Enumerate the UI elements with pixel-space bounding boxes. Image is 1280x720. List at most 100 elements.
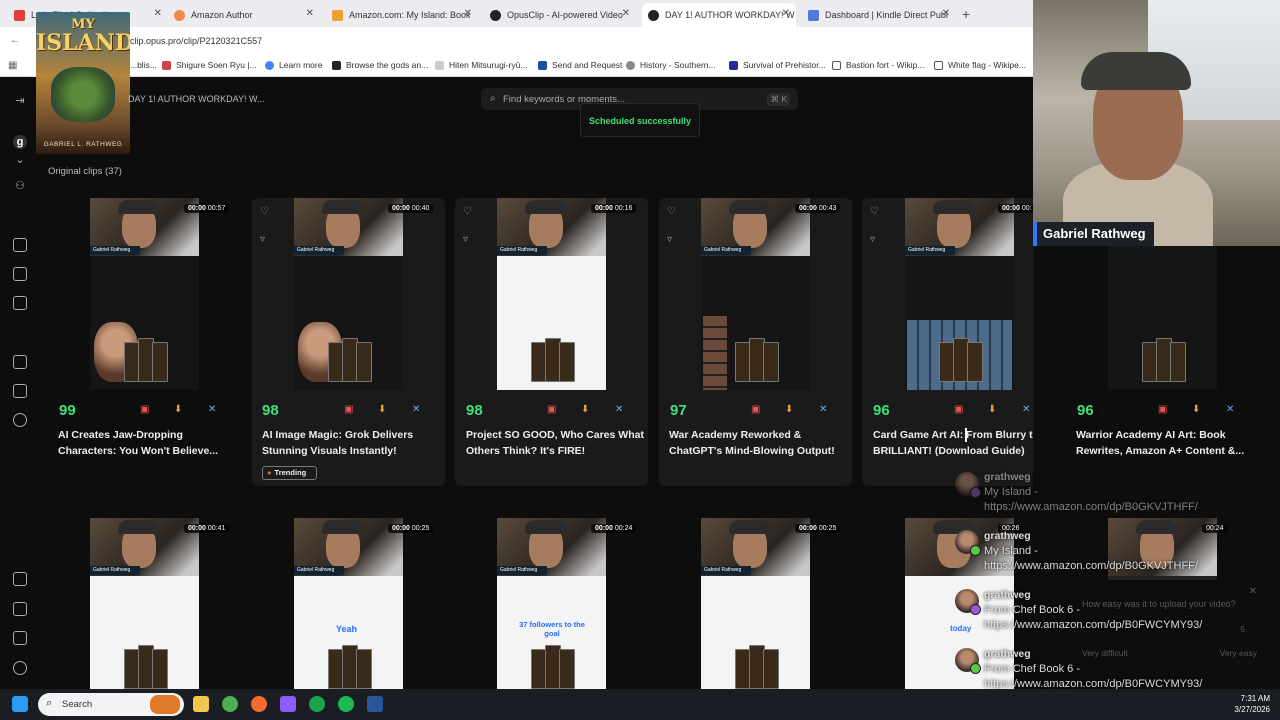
- book-icon[interactable]: [13, 602, 27, 616]
- bookmark-item[interactable]: Shigure Soen Ryu |...: [162, 60, 257, 70]
- clip-title[interactable]: Warrior Academy AI Art: Book Rewrites, A…: [1076, 427, 1262, 459]
- clip-thumbnail[interactable]: Gabriel Rathweg: [701, 518, 810, 689]
- download-icon[interactable]: ⬇: [988, 404, 996, 415]
- clip-card[interactable]: Gabriel Rathweg 37 followers to the goal…: [455, 518, 648, 689]
- project-title[interactable]: DAY 1! AUTHOR WORKDAY! W...: [128, 94, 265, 104]
- thumbs-down-icon[interactable]: ▿: [870, 234, 875, 245]
- clip-card[interactable]: ♡ ▿ Gabriel Rathweg 00:00 00:43 97 ▣ ⬇ ✕…: [659, 198, 852, 486]
- clip-thumbnail[interactable]: Gabriel Rathweg: [701, 198, 810, 390]
- calendar-icon[interactable]: [13, 355, 27, 369]
- clip-thumbnail[interactable]: [1108, 246, 1217, 390]
- close-tab-icon[interactable]: ✕: [622, 8, 630, 19]
- clip-title[interactable]: War Academy Reworked & ChatGPT's Mind-Bl…: [669, 427, 855, 459]
- link-icon[interactable]: [13, 413, 27, 427]
- browser-tab-active[interactable]: DAY 1! AUTHOR WORKDAY! W ✕: [642, 3, 796, 27]
- clip-thumbnail[interactable]: Gabriel Rathweg Yeah: [294, 518, 403, 689]
- thumbs-down-icon[interactable]: ▿: [260, 234, 265, 245]
- bookmark-item[interactable]: ...blis...: [130, 60, 157, 70]
- heart-icon[interactable]: ♡: [463, 206, 472, 217]
- clip-card[interactable]: Gabriel Rathweg 00:00 00:41: [48, 518, 241, 689]
- clip-thumbnail[interactable]: Gabriel Rathweg 37 followers to the goal: [497, 518, 606, 689]
- heart-icon[interactable]: ♡: [667, 206, 676, 217]
- add-user-icon[interactable]: ⚇: [13, 179, 27, 193]
- share-x-icon[interactable]: ✕: [1022, 404, 1030, 415]
- clip-thumbnail[interactable]: Gabriel Rathweg: [90, 518, 199, 689]
- home-icon[interactable]: [13, 238, 27, 252]
- schedule-icon[interactable]: ▣: [140, 404, 149, 415]
- bookmark-item[interactable]: Hiten Mitsurugi-ryū...: [435, 60, 527, 70]
- bookmark-item[interactable]: Learn more: [265, 60, 322, 70]
- help-icon[interactable]: [13, 661, 27, 675]
- clip-card[interactable]: Gabriel Rathweg Yeah 00:00 00:25: [252, 518, 445, 689]
- schedule-icon[interactable]: ▣: [344, 404, 353, 415]
- clip-card[interactable]: ♡ ▿ Gabriel Rathweg 00:00 00:16 98 ▣ ⬇ ✕…: [455, 198, 648, 486]
- close-tab-icon[interactable]: ✕: [464, 8, 472, 19]
- back-icon[interactable]: ←: [10, 35, 20, 46]
- bookmark-item[interactable]: Send and Request: [538, 60, 622, 70]
- browser-tab[interactable]: Dashboard | Kindle Direct Publ ✕: [802, 3, 956, 27]
- crown-icon[interactable]: [13, 572, 27, 586]
- clip-title[interactable]: Project SO GOOD, Who Cares What Others T…: [466, 427, 652, 459]
- bookmark-item[interactable]: Survival of Prehistor...: [729, 60, 826, 70]
- clip-card[interactable]: Gabriel Rathweg 00:00 00:57 99 ▣ ⬇ ✕ AI …: [48, 198, 241, 486]
- clip-thumbnail[interactable]: Gabriel Rathweg: [497, 198, 606, 390]
- collapse-sidebar-icon[interactable]: ⇥: [13, 94, 27, 108]
- thumbs-down-icon[interactable]: ▿: [463, 234, 468, 245]
- close-icon[interactable]: ✕: [1249, 586, 1257, 597]
- download-icon[interactable]: ⬇: [581, 404, 589, 415]
- clip-thumbnail[interactable]: Gabriel Rathweg: [90, 198, 199, 390]
- schedule-icon[interactable]: ▣: [751, 404, 760, 415]
- analytics-icon[interactable]: [13, 384, 27, 398]
- share-x-icon[interactable]: ✕: [1226, 404, 1234, 415]
- download-icon[interactable]: ⬇: [174, 404, 182, 415]
- new-tab-button[interactable]: +: [962, 6, 970, 22]
- app-icon[interactable]: [251, 696, 267, 712]
- tools-icon[interactable]: [13, 267, 27, 281]
- chrome-icon[interactable]: [222, 696, 238, 712]
- system-clock[interactable]: 7:31 AM 3/27/2026: [1234, 693, 1270, 715]
- word-icon[interactable]: [367, 696, 383, 712]
- xbox-icon[interactable]: [309, 696, 325, 712]
- browser-tab[interactable]: OpusClip - AI-powered Video ✕: [484, 3, 636, 27]
- gift-icon[interactable]: [13, 631, 27, 645]
- clip-title[interactable]: AI Creates Jaw-Dropping Characters: You …: [58, 427, 244, 459]
- taskbar-search[interactable]: ⌕ Search: [38, 693, 184, 716]
- bookmark-item[interactable]: White flag - Wikipe...: [934, 60, 1026, 70]
- close-tab-icon[interactable]: ✕: [306, 8, 314, 19]
- share-x-icon[interactable]: ✕: [208, 404, 216, 415]
- bookmark-item[interactable]: History - Southern...: [626, 60, 716, 70]
- schedule-icon[interactable]: ▣: [547, 404, 556, 415]
- windows-start-icon[interactable]: [12, 696, 28, 712]
- share-x-icon[interactable]: ✕: [819, 404, 827, 415]
- close-tab-icon[interactable]: ✕: [154, 8, 162, 19]
- close-tab-icon[interactable]: ✕: [942, 8, 950, 19]
- workspace-avatar[interactable]: g: [13, 135, 27, 149]
- apps-grid-icon[interactable]: ▦: [8, 60, 17, 71]
- browser-tab[interactable]: Amazon Author ✕: [168, 3, 320, 27]
- close-tab-icon[interactable]: ✕: [782, 8, 790, 19]
- chevron-down-icon[interactable]: ⌄: [13, 153, 27, 167]
- clip-thumbnail[interactable]: Gabriel Rathweg: [294, 198, 403, 390]
- schedule-icon[interactable]: ▣: [1158, 404, 1167, 415]
- clip-thumbnail[interactable]: Gabriel Rathweg: [905, 198, 1014, 390]
- clip-card[interactable]: ♡ ▿ Gabriel Rathweg 00:00 00: 96 ▣ ⬇ ✕ C…: [862, 198, 1055, 486]
- thumbs-down-icon[interactable]: ▿: [667, 234, 672, 245]
- folder-icon[interactable]: [13, 296, 27, 310]
- app-icon[interactable]: [280, 696, 296, 712]
- clip-card[interactable]: Gabriel Rathweg 00:00 00:25: [659, 518, 852, 689]
- file-explorer-icon[interactable]: [193, 696, 209, 712]
- share-x-icon[interactable]: ✕: [412, 404, 420, 415]
- heart-icon[interactable]: ♡: [870, 206, 879, 217]
- clip-title[interactable]: AI Image Magic: Grok Delivers Stunning V…: [262, 427, 448, 459]
- download-icon[interactable]: ⬇: [1192, 404, 1200, 415]
- heart-icon[interactable]: ♡: [260, 206, 269, 217]
- clip-card[interactable]: ♡ ▿ Gabriel Rathweg 00:00 00:40 98 ▣ ⬇ ✕…: [252, 198, 445, 486]
- download-icon[interactable]: ⬇: [785, 404, 793, 415]
- url-field[interactable]: clip.opus.pro/clip/P2120321C557: [130, 36, 262, 46]
- browser-tab[interactable]: Amazon.com: My Island: Book ✕: [326, 3, 478, 27]
- download-icon[interactable]: ⬇: [378, 404, 386, 415]
- schedule-icon[interactable]: ▣: [954, 404, 963, 415]
- spotify-icon[interactable]: [338, 696, 354, 712]
- bookmark-item[interactable]: Bastion fort - Wikip...: [832, 60, 924, 70]
- share-x-icon[interactable]: ✕: [615, 404, 623, 415]
